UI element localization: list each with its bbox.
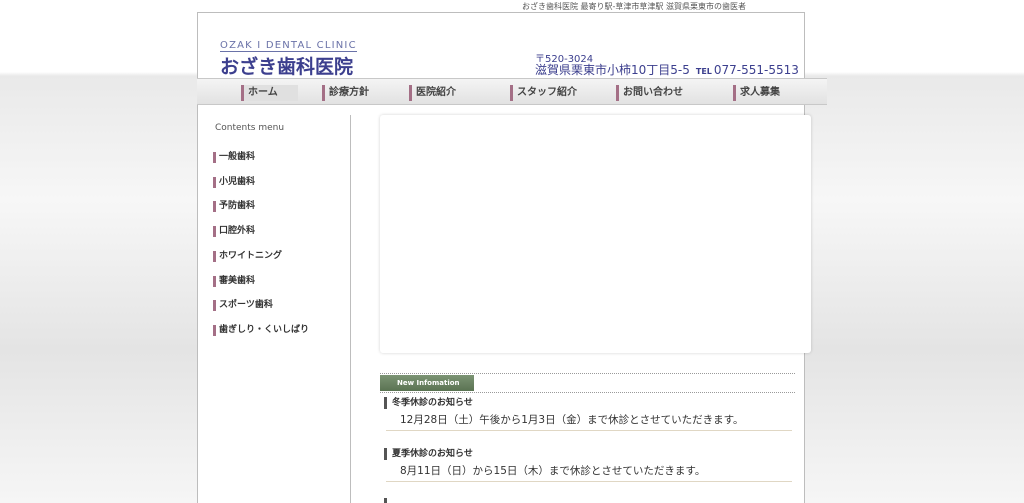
nav-item-policy[interactable]: 診療方針 — [322, 85, 369, 101]
news-item-title-partial — [384, 498, 392, 503]
address-text: 滋賀県栗東市小柿10丁目5-5 — [535, 63, 690, 77]
site-tagline: おざき歯科医院 最寄り駅-草津市草津駅 滋賀県栗東市の歯医者 — [522, 2, 746, 11]
sidebar-item-whitening[interactable]: ホワイトニング — [213, 251, 282, 262]
sidebar-item-bruxism[interactable]: 歯ぎしり・くいしばり — [213, 325, 309, 336]
tel-label: TEL — [695, 67, 712, 76]
sidebar-item-general[interactable]: 一般歯科 — [213, 152, 255, 163]
news-item-body: 8月11日（日）から15日（木）まで休診とさせていただきます。 — [400, 465, 706, 477]
sidebar-item-aesthetic[interactable]: 審美歯科 — [213, 276, 255, 287]
news-item-title: 夏季休診のお知らせ — [384, 448, 473, 460]
sidebar-item-pediatric[interactable]: 小児歯科 — [213, 177, 255, 188]
address-line: 滋賀県栗東市小柿10丁目5-5 TEL 077-551-5513 — [535, 61, 799, 78]
news-divider-top — [380, 373, 795, 374]
nav-item-staff[interactable]: スタッフ紹介 — [510, 85, 577, 101]
logo-japanese[interactable]: おざき歯科医院 — [220, 52, 353, 79]
news-item-body: 12月28日（土）午後から1月3日（金）まで休診とさせていただきます。 — [400, 414, 744, 426]
news-item-title: 冬季休診のお知らせ — [384, 397, 473, 409]
sidebar-item-sports[interactable]: スポーツ歯科 — [213, 300, 273, 311]
nav-item-contact[interactable]: お問い合わせ — [616, 85, 683, 101]
logo-english[interactable]: OZAK I DENTAL CLINIC — [220, 40, 357, 52]
sidebar-title: Contents menu — [215, 123, 285, 133]
nav-item-clinic[interactable]: 医院紹介 — [409, 85, 456, 101]
nav-item-recruit[interactable]: 求人募集 — [733, 85, 780, 101]
news-divider — [380, 392, 795, 393]
tel-number[interactable]: 077-551-5513 — [714, 63, 799, 77]
news-item-separator — [386, 481, 792, 482]
nav-item-home[interactable]: ホーム — [241, 85, 298, 101]
news-item-separator — [386, 430, 792, 431]
sidebar-item-preventive[interactable]: 予防歯科 — [213, 201, 255, 212]
global-nav: ホーム 診療方針 医院紹介 スタッフ紹介 お問い合わせ 求人募集 — [197, 78, 827, 105]
sidebar-item-oral-surgery[interactable]: 口腔外科 — [213, 226, 255, 237]
main-banner — [380, 115, 811, 353]
news-header-label: New Infomation — [380, 375, 474, 391]
